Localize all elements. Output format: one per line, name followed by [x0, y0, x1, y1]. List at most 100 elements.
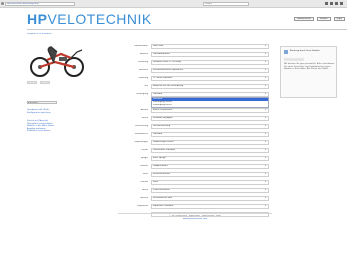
thumbnail[interactable] [27, 81, 37, 84]
option-select[interactable]: Bosch Performance ▾ [151, 108, 269, 113]
back-icon[interactable] [1, 2, 4, 5]
chevron-down-icon: ▾ [264, 69, 266, 71]
field-label: Sitzneigung [136, 93, 148, 95]
select-value: Doppelständer [153, 165, 168, 167]
info-icon [284, 50, 288, 54]
left-links: Zurück zur Übersicht Datenblatt herunter… [27, 120, 111, 133]
field-label: Fahne [142, 189, 148, 191]
logo-rest: VELOTECHNIK [47, 11, 152, 27]
select-value: ohne Spiegel [153, 157, 167, 159]
select-value: Kopfstütze Standard [153, 205, 174, 207]
field-label: Schutzbleche [134, 133, 148, 135]
recumbent-bike-image [30, 46, 84, 77]
chevron-down-icon: ▾ [264, 197, 266, 199]
option-select[interactable]: BodyLink Sitz mit Mesh-Bezug ▾ [151, 84, 269, 89]
option-select[interactable]: Sicherheitsfahne ▾ [151, 188, 269, 193]
download-icon[interactable] [330, 2, 333, 5]
option-select[interactable]: ohne Spiegel ▾ [151, 156, 269, 161]
select-value: Scheibenbremsen hydraulisch [153, 69, 184, 71]
select-value: DT Swiss Federbein [153, 77, 173, 79]
option-select[interactable]: Standardrahmen ▾ [151, 52, 269, 57]
footer-link[interactable]: www.hpvelotechnik.com [118, 218, 272, 221]
form-row: Sitz BodyLink Sitz mit Mesh-Bezug ▾ [118, 84, 270, 89]
option-select[interactable]: DT Swiss Federbein ▾ [151, 76, 269, 81]
option-select[interactable]: Kopfstütze Standard ▾ [151, 204, 269, 209]
info-text: Wir beraten Sie gern persönlich. Bitte v… [284, 63, 335, 71]
option-select[interactable]: Doppelständer ▾ [151, 164, 269, 169]
nav-dealer-search[interactable]: Händlersuche [294, 17, 314, 21]
browser-toolbar: hpvelotechnik.com/konfigurator Google [0, 0, 347, 8]
option-select[interactable]: Weiß matt ▾ [151, 44, 269, 49]
chevron-down-icon: ▾ [264, 109, 266, 111]
option-select[interactable]: Untenlenker Standard ▾ [151, 148, 269, 153]
field-label: Rahmenfarbe [134, 45, 148, 47]
select-value: BodyLink Sitz mit Mesh-Bezug [153, 85, 184, 87]
image-thumbnails [27, 81, 50, 84]
open-dropdown-list: Standard Sitzneigung flacher Sitzneigung… [151, 97, 269, 108]
select-value: ohne [153, 181, 158, 183]
bookmark-icon[interactable] [325, 2, 328, 5]
field-label: Federung [138, 77, 148, 79]
chevron-down-icon: ▾ [264, 53, 266, 55]
toolbar-icons [325, 2, 343, 5]
select-value: LED-Beleuchtung [153, 125, 171, 127]
select-value: Seitentaschen Paar [153, 197, 173, 199]
site-logo[interactable]: HPVELOTECHNIK [27, 12, 152, 26]
nav-contact[interactable]: Kontakt [316, 17, 331, 21]
nav-login[interactable]: Login [333, 17, 345, 21]
option-select[interactable]: ohne ▾ [151, 180, 269, 185]
test-ride-link[interactable]: Probefahrt vereinbaren [27, 130, 111, 133]
form-row: Taschen Seitentaschen Paar ▾ [118, 196, 270, 201]
form-row: Schaltung Shimano Deore XT 30-Gang ▾ [118, 60, 270, 65]
form-row: Ständer Doppelständer ▾ [118, 164, 270, 169]
form-row: Beleuchtung LED-Beleuchtung ▾ [118, 124, 270, 129]
option-select[interactable]: Gepäckträger hinten ▾ [151, 140, 269, 145]
chevron-down-icon: ▾ [264, 149, 266, 151]
option-select[interactable]: LED-Beleuchtung ▾ [151, 124, 269, 129]
form-row: Schutzbleche Standard ▾ [118, 132, 270, 137]
chevron-down-icon: ▾ [264, 181, 266, 183]
field-label: Schaltung [137, 61, 148, 63]
select-value: Sicherheitsfahne [153, 189, 170, 191]
form-row: Kette Kettenschutzrohr ▾ [118, 172, 270, 177]
address-bar[interactable]: hpvelotechnik.com/konfigurator [5, 2, 75, 6]
field-label: Kette [142, 173, 148, 175]
chevron-down-icon: ▾ [264, 165, 266, 167]
form-row: Spiegel ohne Spiegel ▾ [118, 156, 270, 161]
price-info: Grundpreis inkl. MwSt. Konfiguration spe… [27, 109, 111, 114]
browser-search-input[interactable]: Google [203, 2, 249, 6]
logo-hp: HP [27, 11, 48, 27]
option-select[interactable]: Shimano Deore XT 30-Gang ▾ [151, 60, 269, 65]
chevron-down-icon: ▾ [264, 93, 266, 95]
field-label: Ständer [140, 165, 148, 167]
field-label: Spiegel [140, 157, 148, 159]
save-config-link[interactable]: Konfiguration speichern [27, 112, 111, 115]
option-select[interactable]: Kettenschutzrohr ▾ [151, 172, 269, 177]
menu-icon[interactable] [340, 2, 343, 5]
field-label: Beleuchtung [135, 125, 148, 127]
option-select[interactable]: Seitentaschen Paar ▾ [151, 196, 269, 201]
chevron-down-icon: ▾ [264, 133, 266, 135]
form-row: Lenker Untenlenker Standard ▾ [118, 148, 270, 153]
home-icon[interactable] [335, 2, 338, 5]
form-row: Antrieb Bosch Performance ▾ [118, 108, 270, 113]
field-label: Schloss [140, 181, 149, 183]
chevron-down-icon: ▾ [264, 117, 266, 119]
dropdown-option[interactable]: Sitzneigung steiler [152, 104, 268, 107]
chevron-down-icon: ▾ [264, 125, 266, 127]
option-select[interactable]: Standard ▾ [151, 132, 269, 137]
field-label: Antrieb [140, 109, 148, 111]
form-row: Kopfstütze Kopfstütze Standard ▾ [118, 204, 270, 209]
info-image [284, 58, 304, 61]
select-value: Schwalbe Big Apple [153, 117, 173, 119]
select-value: Gepäckträger hinten [153, 141, 174, 143]
price-field: 4.690,00 € [27, 101, 57, 104]
option-select[interactable]: Scheibenbremsen hydraulisch ▾ [151, 68, 269, 73]
form-row: Rahmen Standardrahmen ▾ [118, 52, 270, 57]
thumbnail[interactable] [40, 81, 50, 84]
header-divider [27, 29, 347, 30]
option-select[interactable]: Schwalbe Big Apple ▾ [151, 116, 269, 121]
field-label: Reifen [141, 117, 148, 119]
top-nav: Händlersuche Kontakt Login [294, 17, 345, 21]
field-label: Rahmen [139, 53, 148, 55]
